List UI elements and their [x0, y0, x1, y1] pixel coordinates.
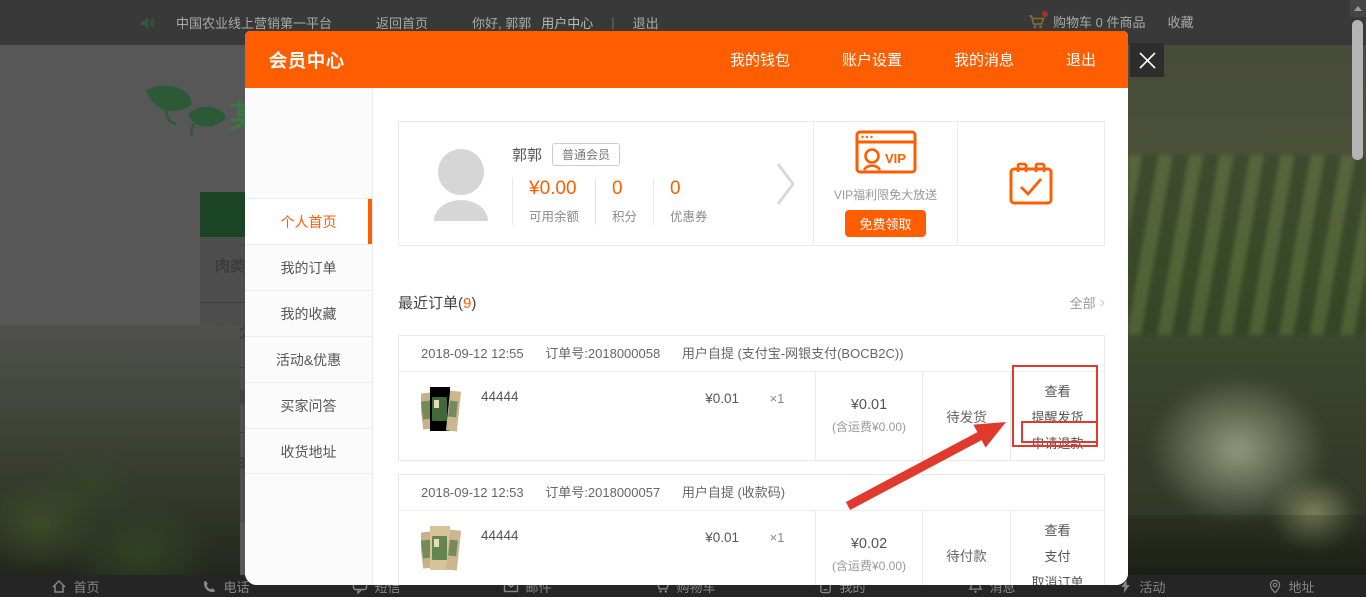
- tea-leaves-photo: [0, 325, 240, 575]
- site-slogan: 中国农业线上营销第一平台: [176, 13, 332, 32]
- order-shipping-fee: (含运费¥0.00): [832, 557, 906, 574]
- order-header: 2018-09-12 12:53 订单号:2018000057 用户自提 (收款…: [399, 475, 1104, 511]
- cart-icon[interactable]: [1028, 14, 1045, 29]
- location-icon: [1268, 579, 1282, 594]
- user-name: 郭郭: [512, 144, 542, 165]
- product-thumbnail[interactable]: [421, 522, 461, 574]
- action-cancel-order[interactable]: 取消订单: [1031, 572, 1083, 586]
- checkin-section[interactable]: [958, 122, 1104, 245]
- tea-field-photo: [1128, 45, 1366, 597]
- modal-nav: 我的钱包 账户设置 我的消息 退出: [730, 49, 1128, 70]
- order-delivery-method: 用户自提 (支付宝-网银支付(BOCB2C)): [682, 346, 904, 361]
- action-view[interactable]: 查看: [1044, 520, 1070, 539]
- action-request-refund[interactable]: 申请退款: [1031, 433, 1083, 452]
- tea-field-rows: [1128, 155, 1366, 335]
- member-center-modal: 会员中心 我的钱包 账户设置 我的消息 退出 个人首页 我的订单 我的收藏 活动…: [245, 31, 1128, 585]
- chevron-right-icon: ›: [1100, 294, 1105, 312]
- action-pay[interactable]: 支付: [1044, 546, 1070, 565]
- product-thumbnail[interactable]: [421, 383, 461, 435]
- order-actions: 查看 提醒发货 申请退款: [1010, 372, 1104, 460]
- view-all-link[interactable]: 全部 ›: [1070, 293, 1105, 312]
- order-number: 订单号:2018000057: [545, 485, 660, 500]
- bottom-nav-home[interactable]: 首页: [51, 577, 99, 596]
- speaker-icon: [140, 16, 156, 30]
- modal-title: 会员中心: [245, 47, 345, 73]
- profile-chevron-right-icon[interactable]: [775, 161, 797, 207]
- avatar: [432, 147, 490, 221]
- sidebar-item-activities[interactable]: 活动&优惠: [245, 336, 372, 382]
- vip-icon: VIP: [855, 130, 917, 179]
- nav-my-wallet[interactable]: 我的钱包: [730, 49, 790, 70]
- modal-sidebar: 个人首页 我的订单 我的收藏 活动&优惠 买家问答 收货地址: [245, 88, 373, 585]
- product-price: ¥0.01: [667, 522, 739, 585]
- order-actions: 查看 支付 取消订单: [1010, 511, 1104, 585]
- profile-card: 郭郭 普通会员 ¥0.00 可用余额 0 积分: [398, 121, 1105, 246]
- nav-logout[interactable]: 退出: [1066, 49, 1096, 70]
- sidebar-item-my-favorites[interactable]: 我的收藏: [245, 290, 372, 336]
- order-status: 待付款: [922, 511, 1010, 585]
- product-quantity: ×1: [739, 522, 815, 585]
- recent-orders-title: 最近订单(9): [398, 292, 476, 313]
- product-name[interactable]: 44444: [481, 383, 519, 460]
- modal-header: 会员中心 我的钱包 账户设置 我的消息 退出: [245, 31, 1128, 88]
- product-price: ¥0.01: [667, 383, 739, 460]
- vip-caption: VIP福利限免大放送: [834, 186, 937, 203]
- scrollbar-up-arrow[interactable]: [1350, 0, 1366, 17]
- topbar-logout-link[interactable]: 退出: [633, 13, 659, 32]
- order-status: 待发货: [922, 372, 1010, 460]
- order-datetime: 2018-09-12 12:55: [421, 346, 524, 361]
- order-number: 订单号:2018000058: [545, 346, 660, 361]
- home-icon: [51, 579, 67, 594]
- action-remind-shipment[interactable]: 提醒发货: [1031, 407, 1083, 426]
- order-delivery-method: 用户自提 (收款码): [682, 485, 785, 500]
- phone-icon: [202, 579, 217, 594]
- order-total-cell: ¥0.02 (含运费¥0.00): [815, 511, 922, 585]
- modal-main: 郭郭 普通会员 ¥0.00 可用余额 0 积分: [373, 88, 1128, 585]
- stat-coupons: 0 优惠券: [653, 178, 724, 225]
- sidebar-item-personal-home[interactable]: 个人首页: [245, 198, 372, 244]
- order-shipping-fee: (含运费¥0.00): [832, 418, 906, 435]
- sidebar-item-buyer-qa[interactable]: 买家问答: [245, 382, 372, 428]
- topbar-divider: |: [611, 15, 614, 30]
- close-icon: [1139, 52, 1156, 69]
- modal-close-button[interactable]: [1130, 43, 1164, 77]
- bottom-nav-phone[interactable]: 电话: [202, 577, 249, 596]
- user-center-link[interactable]: 用户中心: [541, 13, 593, 32]
- order-total-cell: ¥0.01 (含运费¥0.00): [815, 372, 922, 460]
- member-level-badge: 普通会员: [552, 143, 620, 166]
- back-home-link[interactable]: 返回首页: [376, 13, 428, 32]
- svg-text:VIP: VIP: [885, 151, 906, 166]
- order-datetime: 2018-09-12 12:53: [421, 485, 524, 500]
- order-total: ¥0.02: [851, 536, 887, 552]
- stat-balance: ¥0.00 可用余额: [512, 178, 595, 225]
- cart-link[interactable]: 购物车 0 件商品: [1053, 12, 1145, 31]
- vip-promo-section: VIP VIP福利限免大放送 免费领取: [814, 122, 957, 245]
- action-view[interactable]: 查看: [1044, 381, 1070, 400]
- cart-badge-dot: [1042, 11, 1048, 17]
- order-card-2018000057: 2018-09-12 12:53 订单号:2018000057 用户自提 (收款…: [398, 474, 1105, 585]
- calendar-check-icon: [1008, 161, 1054, 207]
- favorites-link[interactable]: 收藏: [1167, 12, 1193, 31]
- user-greeting: 你好, 郭郭: [472, 13, 531, 32]
- bottom-nav-address[interactable]: 地址: [1268, 577, 1314, 596]
- vip-claim-button[interactable]: 免费领取: [845, 210, 925, 237]
- stat-points: 0 积分: [595, 178, 653, 225]
- order-total: ¥0.01: [851, 397, 887, 413]
- nav-account-settings[interactable]: 账户设置: [842, 49, 902, 70]
- order-header: 2018-09-12 12:55 订单号:2018000058 用户自提 (支付…: [399, 336, 1104, 372]
- product-name[interactable]: 44444: [481, 522, 519, 585]
- sidebar-item-shipping-address[interactable]: 收货地址: [245, 428, 372, 474]
- order-card-2018000058: 2018-09-12 12:55 订单号:2018000058 用户自提 (支付…: [398, 335, 1105, 461]
- product-quantity: ×1: [739, 383, 815, 460]
- nav-my-messages[interactable]: 我的消息: [954, 49, 1014, 70]
- site-logo-leaves: [138, 80, 234, 143]
- scrollbar-thumb[interactable]: [1352, 20, 1363, 160]
- sidebar-item-my-orders[interactable]: 我的订单: [245, 244, 372, 290]
